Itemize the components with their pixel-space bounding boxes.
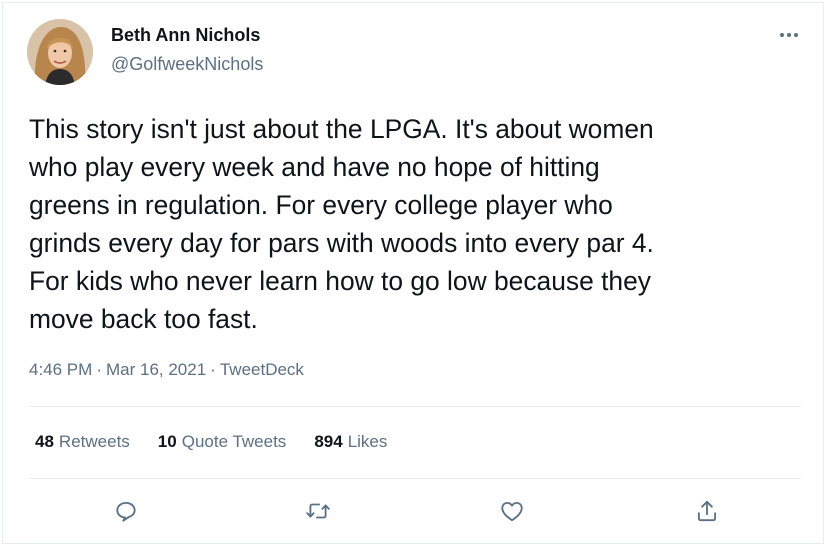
retweet-icon xyxy=(306,503,330,519)
profile-photo-icon xyxy=(27,19,93,85)
more-options-button[interactable] xyxy=(775,25,803,45)
likes-label: Likes xyxy=(347,432,388,451)
reply-icon xyxy=(116,501,136,522)
tweet-date[interactable]: Mar 16, 2021 xyxy=(106,360,206,379)
more-horizontal-icon xyxy=(780,33,798,37)
tweet-text: This story isn't just about the LPGA. It… xyxy=(29,114,654,334)
share-icon xyxy=(697,500,717,522)
quote-tweets-stat[interactable]: 10 Quote Tweets xyxy=(158,432,287,452)
likes-count: 894 xyxy=(314,432,343,451)
meta-separator: · xyxy=(96,360,102,379)
meta-separator: · xyxy=(210,360,216,379)
divider xyxy=(29,478,801,479)
author-handle[interactable]: @GolfweekNichols xyxy=(111,54,263,75)
tweet-time[interactable]: 4:46 PM xyxy=(29,360,92,379)
quote-tweets-count: 10 xyxy=(157,432,177,451)
heart-icon xyxy=(501,501,523,522)
retweets-label: Retweets xyxy=(58,432,130,451)
tweet-meta: 4:46 PM · Mar 16, 2021 · TweetDeck xyxy=(29,360,304,380)
avatar[interactable] xyxy=(27,19,93,85)
share-button[interactable] xyxy=(689,493,725,529)
retweet-button[interactable] xyxy=(300,493,336,529)
author-name[interactable]: Beth Ann Nichols xyxy=(111,25,260,46)
likes-stat[interactable]: 894 Likes xyxy=(314,432,387,452)
like-button[interactable] xyxy=(494,493,530,529)
engagement-stats: 48 Retweets 10 Quote Tweets 894 Likes xyxy=(35,432,415,452)
retweets-stat[interactable]: 48 Retweets xyxy=(35,432,130,452)
retweets-count: 48 xyxy=(35,432,54,451)
tweet-source[interactable]: TweetDeck xyxy=(220,360,304,379)
divider xyxy=(29,406,801,407)
reply-button[interactable] xyxy=(108,493,144,529)
tweet-card: Beth Ann Nichols @GolfweekNichols This s… xyxy=(2,2,824,544)
tweet-actions xyxy=(3,493,825,529)
quote-tweets-label: Quote Tweets xyxy=(181,432,287,451)
